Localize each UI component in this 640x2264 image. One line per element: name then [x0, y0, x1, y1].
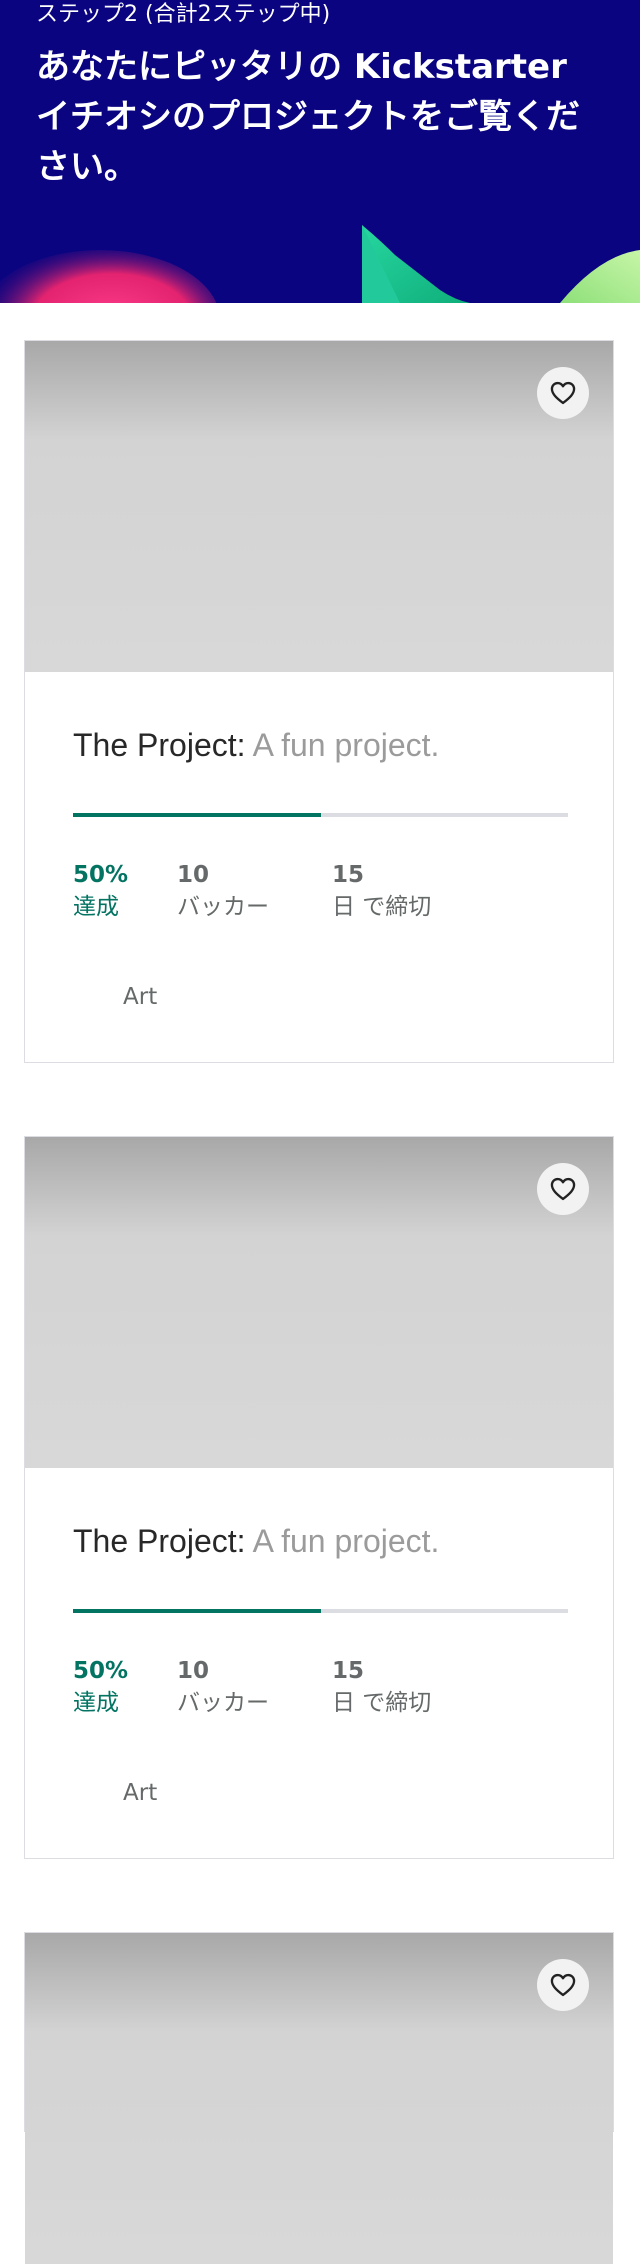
project-image[interactable]	[25, 341, 613, 672]
funding-progress-bar	[73, 1609, 568, 1613]
category-tag[interactable]: Art	[123, 981, 157, 1013]
category-tag[interactable]: Art	[123, 1777, 157, 1809]
backers-count: 10	[177, 1658, 210, 1684]
project-card[interactable]: The Project: A fun project. 50% 達成 10 バッ…	[24, 340, 614, 1063]
project-name: The Project:	[73, 727, 246, 763]
project-image[interactable]	[25, 1137, 613, 1468]
favorite-button[interactable]	[537, 367, 589, 419]
project-name: The Project:	[73, 1523, 246, 1559]
backers-label: バッカー	[177, 1690, 269, 1716]
heart-outline-icon	[550, 1973, 576, 1997]
page-headline: あなたにピッタリの Kickstarter イチオシのプロジェクトをご覧ください…	[36, 47, 580, 187]
stat-backers: 10 バッカー	[177, 1655, 269, 1719]
favorite-button[interactable]	[537, 1959, 589, 2011]
stat-funded: 50% 達成	[73, 1655, 128, 1719]
funding-progress-bar	[73, 813, 568, 817]
heart-outline-icon	[550, 1177, 576, 1201]
project-card[interactable]	[24, 1932, 614, 2264]
heart-outline-icon	[550, 381, 576, 405]
favorite-button[interactable]	[537, 1163, 589, 1215]
funding-progress-fill	[73, 813, 321, 817]
days-left-count: 15	[332, 862, 365, 888]
project-image[interactable]	[25, 1933, 613, 2264]
funding-progress-fill	[73, 1609, 321, 1613]
project-card[interactable]: The Project: A fun project. 50% 達成 10 バッ…	[24, 1136, 614, 1859]
stat-days-left: 15 日 で締切	[332, 859, 431, 923]
days-left-label: 日 で締切	[332, 1690, 432, 1716]
funded-percent: 50%	[73, 1658, 129, 1684]
stat-funded: 50% 達成	[73, 859, 128, 923]
stat-days-left: 15 日 で締切	[332, 1655, 431, 1719]
project-title[interactable]: The Project: A fun project.	[73, 723, 439, 767]
funded-percent: 50%	[73, 862, 129, 888]
funded-label: 達成	[73, 1690, 119, 1716]
days-left-count: 15	[332, 1658, 365, 1684]
backers-label: バッカー	[177, 894, 269, 920]
days-left-label: 日 で締切	[332, 894, 432, 920]
stat-backers: 10 バッカー	[177, 859, 269, 923]
onboarding-header: ステップ2 (合計2ステップ中) あなたにピッタリの Kickstarter イ…	[0, 0, 640, 303]
project-blurb: A fun project.	[252, 727, 440, 763]
step-indicator: ステップ2 (合計2ステップ中)	[36, 2, 331, 27]
project-blurb: A fun project.	[252, 1523, 440, 1559]
backers-count: 10	[177, 862, 210, 888]
funded-label: 達成	[73, 894, 119, 920]
project-title[interactable]: The Project: A fun project.	[73, 1519, 439, 1563]
